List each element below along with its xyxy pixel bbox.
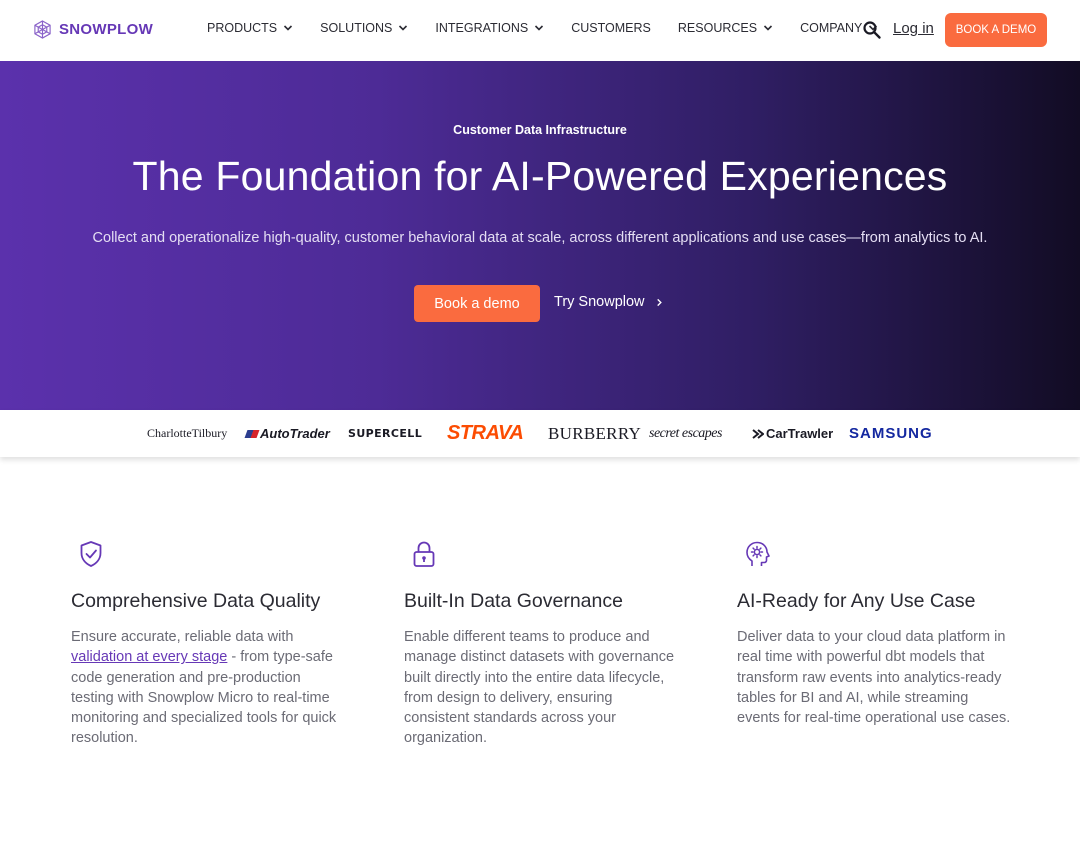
lock-icon xyxy=(411,540,437,568)
logo-text: SNOWPLOW xyxy=(59,21,154,38)
cartrawler-logo: CarTrawler xyxy=(752,410,833,457)
burberry-logo: BURBERRY xyxy=(548,423,642,443)
nav-item-label: CUSTOMERS xyxy=(571,21,651,35)
chevron-down-icon xyxy=(764,25,773,31)
chevron-down-icon xyxy=(535,25,544,31)
nav-item-label: RESOURCES xyxy=(677,21,758,35)
hero-subtitle: Collect and operationalize high-quality,… xyxy=(92,230,988,246)
hero-title: The Foundation for AI-Powered Experience… xyxy=(132,153,948,199)
search-button[interactable] xyxy=(862,20,882,40)
autotrader-logo: AutoTrader xyxy=(244,410,330,457)
feature-data-governance: Built-In Data Governance Enable differen… xyxy=(404,540,679,749)
login-link[interactable]: Log in xyxy=(893,20,934,37)
nav-item-customers[interactable]: CUSTOMERS xyxy=(571,21,651,35)
try-snowplow-link[interactable]: Try Snowplow xyxy=(554,294,664,310)
samsung-logo: SAMSUNG xyxy=(849,425,933,442)
hero-book-demo-button[interactable]: Book a demo xyxy=(414,285,540,322)
shield-check-icon xyxy=(78,540,104,568)
secret-escapes-logo: secret escapes xyxy=(649,425,722,441)
snowplow-logo-icon xyxy=(34,20,51,39)
chevron-right-icon xyxy=(656,298,662,306)
customer-logos-bar: CharlotteTilbury AutoTrader SUPERCELL ST… xyxy=(0,410,1080,457)
charlotte-tilbury-logo: CharlotteTilbury xyxy=(147,426,228,440)
top-navigation: SNOWPLOW PRODUCTS SOLUTIONS INTEGRATIONS… xyxy=(0,0,1080,61)
snowplow-logo[interactable]: SNOWPLOW xyxy=(33,20,153,39)
hero-section: Customer Data Infrastructure The Foundat… xyxy=(0,61,1080,410)
autotrader-logo-text: AutoTrader xyxy=(260,426,330,441)
feature-title: AI-Ready for Any Use Case xyxy=(737,590,976,612)
feature-description: Enable different teams to produce and ma… xyxy=(404,629,675,747)
nav-item-label: PRODUCTS xyxy=(207,21,278,35)
chevron-down-icon xyxy=(399,25,408,31)
ai-head-icon xyxy=(744,540,770,568)
feature-title: Comprehensive Data Quality xyxy=(71,590,321,612)
feature-text-before: Ensure accurate, reliable data with xyxy=(71,629,294,645)
try-snowplow-label: Try Snowplow xyxy=(554,294,645,310)
nav-item-solutions[interactable]: SOLUTIONS xyxy=(320,21,408,35)
chevron-down-icon xyxy=(284,25,293,31)
cartrawler-logo-text: CarTrawler xyxy=(766,426,834,441)
feature-ai-ready: AI-Ready for Any Use Case Deliver data t… xyxy=(737,540,1012,728)
feature-data-quality: Comprehensive Data Quality Ensure accura… xyxy=(71,540,346,749)
nav-item-products[interactable]: PRODUCTS xyxy=(207,21,293,35)
main-menu: PRODUCTS SOLUTIONS INTEGRATIONS CUSTOMER… xyxy=(207,21,878,35)
hero-eyebrow: Customer Data Infrastructure xyxy=(453,123,627,137)
feature-description: Ensure accurate, reliable data with vali… xyxy=(71,627,346,749)
nav-item-label: COMPANY xyxy=(800,21,863,35)
feature-description: Deliver data to your cloud data platform… xyxy=(737,629,1011,727)
strava-logo: STRAVA xyxy=(447,422,524,444)
nav-item-label: INTEGRATIONS xyxy=(435,21,529,35)
feature-title: Built-In Data Governance xyxy=(404,590,623,612)
nav-item-resources[interactable]: RESOURCES xyxy=(678,21,773,35)
supercell-logo: SUPERCELL xyxy=(348,427,423,440)
cartrawler-mark-icon xyxy=(752,428,764,439)
book-demo-button[interactable]: BOOK A DEMO xyxy=(945,13,1047,47)
validation-link[interactable]: validation at every stage xyxy=(71,649,227,665)
autotrader-flag-icon xyxy=(244,429,260,438)
nav-item-integrations[interactable]: INTEGRATIONS xyxy=(435,21,544,35)
search-icon xyxy=(863,21,881,39)
nav-item-label: SOLUTIONS xyxy=(320,21,393,35)
